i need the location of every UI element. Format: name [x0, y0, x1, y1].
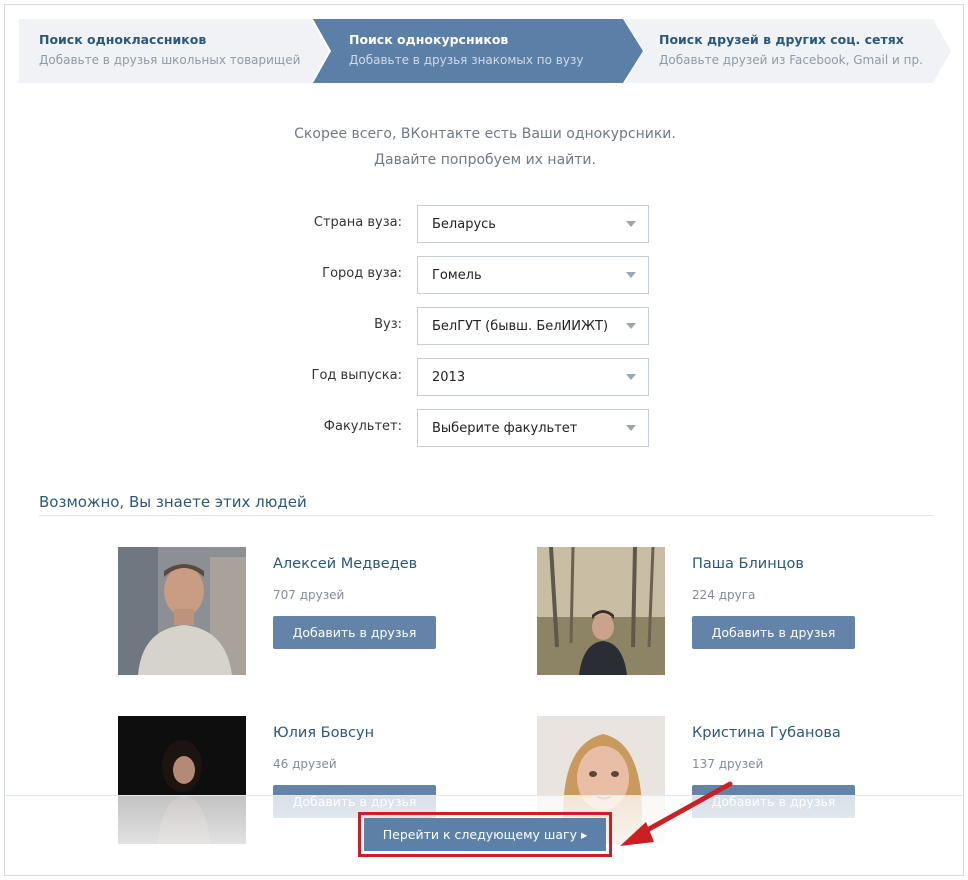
city-label: Город вуза: [322, 266, 402, 281]
intro-line-1: Скорее всего, ВКонтакте есть Ваши одноку… [294, 126, 676, 142]
intro-text: Скорее всего, ВКонтакте есть Ваши одноку… [5, 121, 963, 173]
university-label: Вуз: [374, 317, 402, 332]
step-subtitle: Добавьте в друзья школьных товарищей [39, 53, 301, 67]
faculty-select[interactable]: Выберите факультет [417, 409, 649, 447]
city-row: Город вуза: Гомель [5, 256, 963, 294]
person-name[interactable]: Паша Блинцов [692, 556, 804, 572]
year-select[interactable]: 2013 [417, 358, 649, 396]
chevron-down-icon [626, 272, 636, 278]
city-value: Гомель [432, 268, 482, 283]
step-classmates[interactable]: Поиск одноклассников Добавьте в друзья ш… [19, 19, 329, 83]
year-row: Год выпуска: 2013 [5, 358, 963, 396]
friends-count: 707 друзей [273, 588, 345, 602]
steps-bar: Поиск одноклассников Добавьте в друзья ш… [19, 19, 953, 83]
add-friend-button[interactable]: Добавить в друзья [692, 616, 855, 649]
city-select[interactable]: Гомель [417, 256, 649, 294]
chevron-down-icon [626, 374, 636, 380]
person-card: Алексей Медведев 707 друзей Добавить в д… [118, 547, 518, 677]
university-row: Вуз: БелГУТ (бывш. БелИИЖТ) [5, 307, 963, 345]
person-name[interactable]: Юлия Бовсун [273, 725, 374, 741]
step-other-networks[interactable]: Поиск друзей в других соц. сетях Добавьт… [625, 19, 953, 83]
country-select[interactable]: Беларусь [417, 205, 649, 243]
friends-count: 46 друзей [273, 757, 337, 771]
person-card: Паша Блинцов 224 друга Добавить в друзья [537, 547, 937, 677]
avatar[interactable] [537, 547, 665, 675]
step-subtitle: Добавьте в друзья знакомых по вузу [349, 53, 584, 67]
add-friend-button[interactable]: Добавить в друзья [273, 616, 436, 649]
divider [39, 515, 933, 516]
country-row: Страна вуза: Беларусь [5, 205, 963, 243]
university-value: БелГУТ (бывш. БелИИЖТ) [432, 319, 609, 334]
step-subtitle: Добавьте друзей из Facebook, Gmail и пр. [659, 53, 923, 67]
faculty-value: Выберите факультет [432, 421, 578, 436]
step-title: Поиск друзей в других соц. сетях [659, 32, 904, 47]
country-label: Страна вуза: [313, 215, 402, 230]
step-coursemates[interactable]: Поиск однокурсников Добавьте в друзья зн… [313, 19, 643, 83]
next-step-highlight: Перейти к следующему шагу ▸ [358, 812, 612, 857]
university-select[interactable]: БелГУТ (бывш. БелИИЖТ) [417, 307, 649, 345]
intro-line-2: Давайте попробуем их найти. [374, 152, 596, 168]
year-label: Год выпуска: [311, 368, 402, 383]
friends-count: 224 друга [692, 588, 756, 602]
step-title: Поиск одноклассников [39, 32, 207, 47]
faculty-label: Факультет: [323, 419, 402, 434]
step-title: Поиск однокурсников [349, 32, 509, 47]
country-value: Беларусь [432, 217, 496, 232]
red-arrow-icon [620, 781, 733, 846]
person-name[interactable]: Алексей Медведев [273, 556, 417, 572]
faculty-row: Факультет: Выберите факультет [5, 409, 963, 447]
person-name[interactable]: Кристина Губанова [692, 725, 841, 741]
suggestions-title: Возможно, Вы знаете этих людей [39, 493, 307, 511]
wizard-panel: Поиск одноклассников Добавьте в друзья ш… [4, 4, 964, 876]
avatar[interactable] [118, 547, 246, 675]
year-value: 2013 [432, 370, 466, 385]
chevron-down-icon [626, 425, 636, 431]
chevron-down-icon [626, 221, 636, 227]
friends-count: 137 друзей [692, 757, 764, 771]
chevron-down-icon [626, 323, 636, 329]
next-step-button[interactable]: Перейти к следующему шагу ▸ [364, 818, 606, 851]
